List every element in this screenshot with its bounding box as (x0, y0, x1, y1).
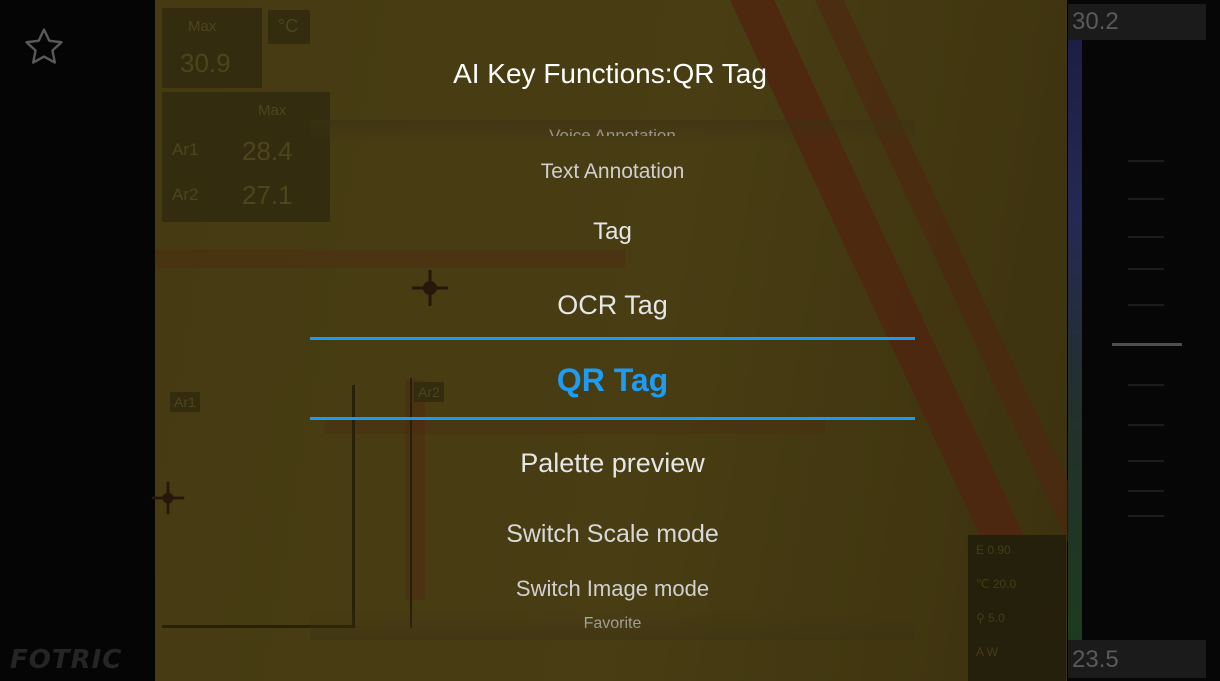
option-favorite[interactable]: Favorite (310, 616, 915, 630)
option-switch-scale-mode[interactable]: Switch Scale mode (310, 520, 915, 549)
option-palette-preview[interactable]: Palette preview (310, 448, 915, 479)
option-qr-tag[interactable]: QR Tag (310, 362, 915, 399)
option-ocr-tag[interactable]: OCR Tag (310, 290, 915, 321)
option-tag[interactable]: Tag (310, 218, 915, 246)
option-text-annotation[interactable]: Text Annotation (310, 160, 915, 184)
selection-line-top (310, 337, 915, 340)
selection-line-bottom (310, 417, 915, 420)
dialog-title: AI Key Functions:QR Tag (453, 58, 767, 89)
option-voice-annotation[interactable]: Voice Annotation (310, 122, 915, 136)
camera-screen: FOTRIC Max 30.9 °C Max Ar1 28.4 Ar2 27.1… (0, 0, 1220, 681)
option-switch-image-mode[interactable]: Switch Image mode (310, 576, 915, 602)
